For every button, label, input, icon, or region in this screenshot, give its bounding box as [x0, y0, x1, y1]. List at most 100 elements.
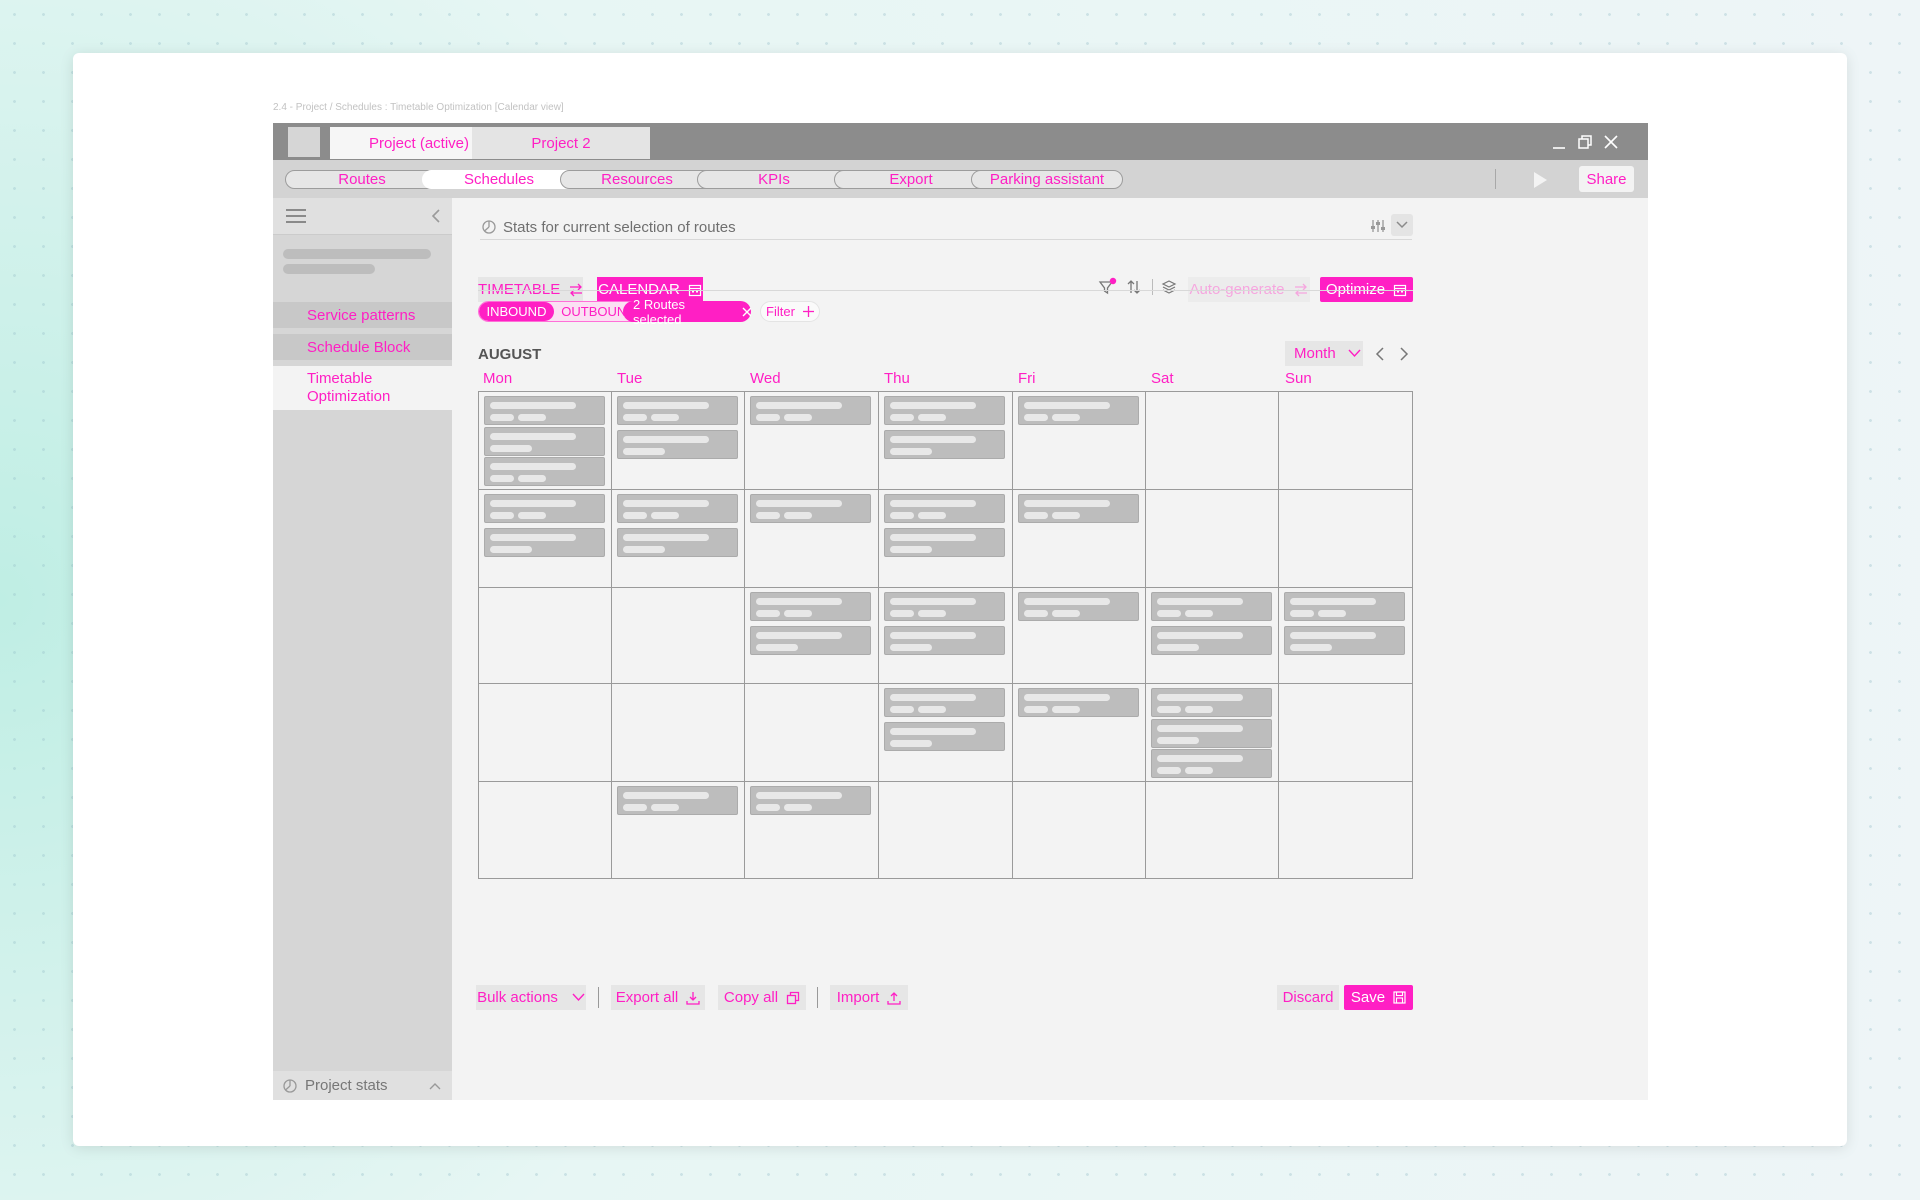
calendar-day-cell[interactable] [1279, 684, 1412, 782]
add-filter-button[interactable]: Filter [760, 301, 820, 322]
calendar-day-cell[interactable] [879, 490, 1013, 588]
schedule-event[interactable] [1151, 718, 1272, 748]
calendar-day-cell[interactable] [612, 782, 745, 878]
project-stats-toggle[interactable]: Project stats [273, 1071, 452, 1100]
schedule-event[interactable] [1284, 592, 1405, 621]
share-button[interactable]: Share [1579, 166, 1634, 192]
calendar-day-cell[interactable] [1013, 392, 1146, 490]
sliders-icon[interactable] [1369, 216, 1387, 236]
calendar-day-cell[interactable] [479, 490, 612, 588]
nav-export[interactable]: Export [834, 170, 988, 189]
calendar-day-cell[interactable] [479, 782, 612, 878]
calendar-day-cell[interactable] [879, 782, 1013, 878]
calendar-day-cell[interactable] [612, 490, 745, 588]
schedule-event[interactable] [1018, 688, 1139, 717]
app-menu-button[interactable] [288, 127, 320, 157]
schedule-event[interactable] [884, 396, 1005, 425]
calendar-day-cell[interactable] [1146, 392, 1279, 490]
hamburger-menu-icon[interactable] [285, 206, 307, 226]
schedule-event[interactable] [884, 626, 1005, 655]
schedule-event[interactable] [750, 494, 871, 523]
schedule-event[interactable] [1151, 626, 1272, 655]
calendar-day-cell[interactable] [879, 588, 1013, 684]
layers-icon[interactable] [1159, 277, 1179, 297]
view-mode-select[interactable]: Month [1285, 341, 1363, 366]
calendar-day-cell[interactable] [1013, 588, 1146, 684]
schedule-event[interactable] [750, 396, 871, 425]
schedule-event[interactable] [884, 494, 1005, 523]
schedule-event[interactable] [484, 426, 605, 456]
import-button[interactable]: Import [830, 985, 908, 1010]
schedule-event[interactable] [884, 592, 1005, 621]
schedule-event[interactable] [617, 430, 738, 459]
sidebar-item-schedule-block[interactable]: Schedule Block [273, 334, 452, 360]
export-all-button[interactable]: Export all [611, 985, 705, 1010]
calendar-day-cell[interactable] [479, 392, 612, 490]
filter-icon[interactable] [1097, 276, 1119, 298]
schedule-event[interactable] [1151, 749, 1272, 778]
nav-parking-assistant[interactable]: Parking assistant [971, 170, 1123, 189]
bulk-actions-button[interactable]: Bulk actions [476, 985, 586, 1010]
schedule-event[interactable] [617, 494, 738, 523]
calendar-day-cell[interactable] [1279, 490, 1412, 588]
schedule-event[interactable] [484, 396, 605, 425]
sidebar-item-timetable-optimization[interactable]: Timetable Optimization [273, 366, 452, 410]
selected-routes-chip[interactable]: 2 Routes selected [623, 297, 751, 327]
calendar-day-cell[interactable] [745, 684, 879, 782]
schedule-event[interactable] [750, 592, 871, 621]
calendar-day-cell[interactable] [745, 782, 879, 878]
previous-month-icon[interactable] [1370, 344, 1390, 364]
schedule-event[interactable] [484, 494, 605, 523]
play-icon[interactable] [1530, 170, 1550, 190]
calendar-day-cell[interactable] [879, 684, 1013, 782]
collapse-sidebar-icon[interactable] [427, 206, 445, 226]
schedule-event[interactable] [1284, 626, 1405, 655]
nav-routes[interactable]: Routes [285, 170, 439, 189]
schedule-event[interactable] [484, 528, 605, 557]
calendar-day-cell[interactable] [1279, 392, 1412, 490]
calendar-day-cell[interactable] [1146, 782, 1279, 878]
calendar-day-cell[interactable] [1279, 782, 1412, 878]
save-button[interactable]: Save [1344, 985, 1413, 1010]
schedule-event[interactable] [617, 396, 738, 425]
schedule-event[interactable] [750, 786, 871, 815]
calendar-day-cell[interactable] [612, 588, 745, 684]
tab-project-2[interactable]: Project 2 [472, 127, 650, 159]
remove-chip-icon[interactable] [742, 307, 751, 317]
calendar-day-cell[interactable] [1146, 684, 1279, 782]
stats-bar[interactable]: Stats for current selection of routes [480, 214, 1413, 240]
sort-icon[interactable] [1124, 277, 1144, 297]
calendar-day-cell[interactable] [745, 392, 879, 490]
schedule-event[interactable] [484, 457, 605, 486]
nav-resources[interactable]: Resources [560, 170, 714, 189]
next-month-icon[interactable] [1394, 344, 1414, 364]
calendar-day-cell[interactable] [612, 684, 745, 782]
restore-icon[interactable] [1574, 131, 1596, 153]
calendar-day-cell[interactable] [479, 588, 612, 684]
chevron-down-icon[interactable] [1391, 214, 1413, 236]
calendar-day-cell[interactable] [479, 684, 612, 782]
schedule-event[interactable] [750, 626, 871, 655]
minimize-icon[interactable] [1548, 131, 1570, 153]
calendar-day-cell[interactable] [745, 490, 879, 588]
sidebar-item-service-patterns[interactable]: Service patterns [273, 302, 452, 328]
calendar-day-cell[interactable] [1013, 782, 1146, 878]
schedule-event[interactable] [884, 688, 1005, 717]
calendar-day-cell[interactable] [745, 588, 879, 684]
nav-kpis[interactable]: KPIs [697, 170, 851, 189]
calendar-day-cell[interactable] [1013, 490, 1146, 588]
discard-button[interactable]: Discard [1277, 985, 1339, 1010]
schedule-event[interactable] [884, 528, 1005, 557]
schedule-event[interactable] [884, 722, 1005, 751]
schedule-event[interactable] [1151, 688, 1272, 717]
calendar-day-cell[interactable] [1146, 490, 1279, 588]
inbound-toggle[interactable]: INBOUND [479, 302, 554, 321]
calendar-day-cell[interactable] [1013, 684, 1146, 782]
schedule-event[interactable] [884, 430, 1005, 459]
calendar-day-cell[interactable] [1146, 588, 1279, 684]
schedule-event[interactable] [1018, 592, 1139, 621]
close-icon[interactable] [1600, 131, 1622, 153]
schedule-event[interactable] [1018, 494, 1139, 523]
calendar-day-cell[interactable] [612, 392, 745, 490]
copy-all-button[interactable]: Copy all [718, 985, 806, 1010]
